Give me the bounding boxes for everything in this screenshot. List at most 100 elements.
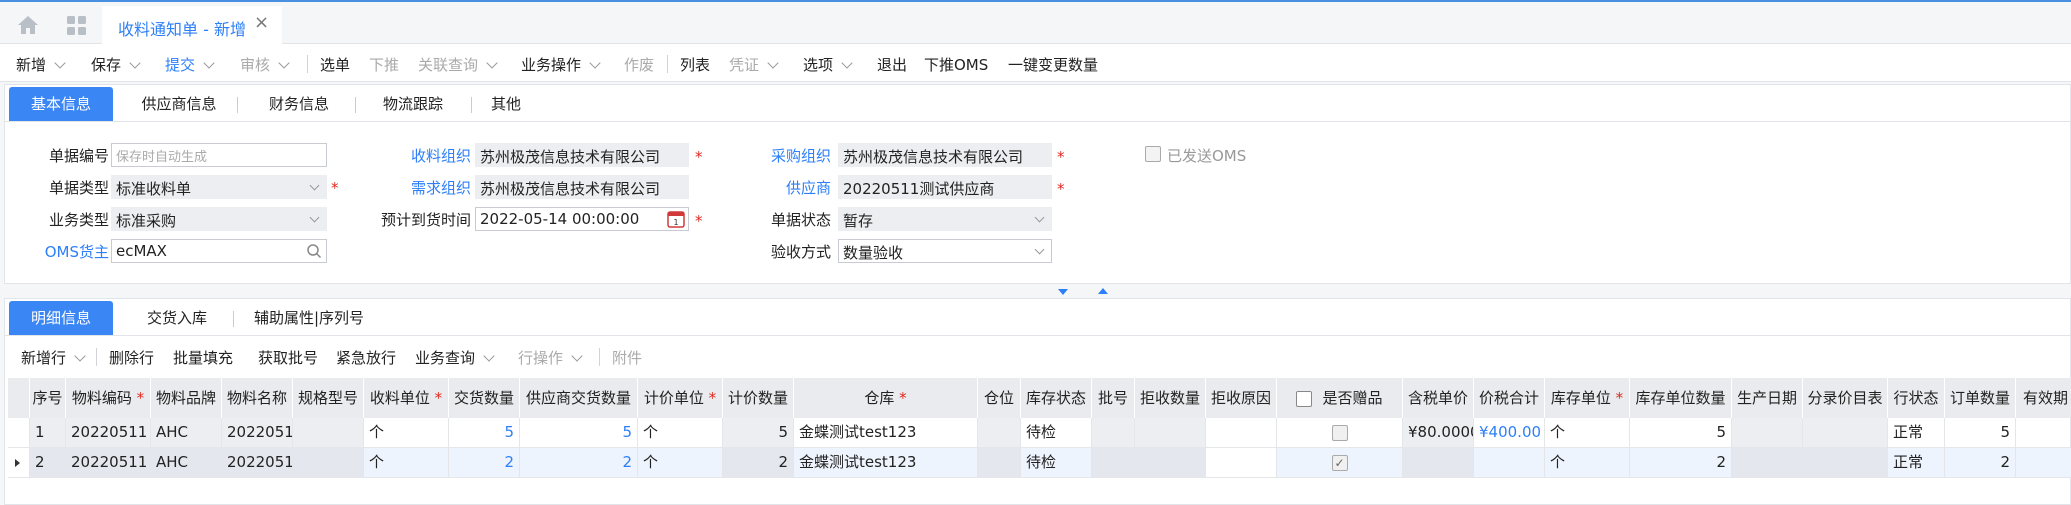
column-header[interactable]: 分录价目表	[1803, 378, 1888, 418]
detail_toolbar-4[interactable]: 紧急放行	[336, 347, 396, 368]
table-cell[interactable]: 个	[638, 448, 723, 478]
column-header[interactable]: 计价数量	[723, 378, 794, 418]
toolbar-5[interactable]: 下推	[369, 54, 399, 75]
toolbar-3[interactable]: 审核	[240, 54, 290, 75]
table-cell[interactable]: 20220511	[66, 418, 151, 448]
table-cell[interactable]	[293, 418, 364, 448]
column-header[interactable]: 价税合计	[1474, 378, 1545, 418]
table-cell[interactable]	[1803, 418, 1888, 448]
expand-up-icon[interactable]	[1098, 288, 1108, 294]
demand-org-field[interactable]: 苏州极茂信息技术有限公司	[475, 175, 689, 199]
biz-type-select[interactable]: 标准采购	[111, 207, 327, 231]
table-cell[interactable]	[1277, 418, 1403, 448]
table-cell[interactable]: AHC	[151, 418, 222, 448]
gift-checkbox[interactable]	[1331, 424, 1348, 441]
toolbar-10[interactable]: 凭证	[729, 54, 779, 75]
toolbar-1[interactable]: 保存	[91, 54, 141, 75]
header_tabs-0[interactable]: 基本信息	[9, 87, 113, 121]
recv-org-label[interactable]: 收料组织	[345, 145, 471, 166]
table-cell[interactable]	[1135, 448, 1206, 478]
column-header[interactable]: 库存单位数量	[1630, 378, 1732, 418]
detail_tabs-0[interactable]: 明细信息	[9, 301, 113, 335]
table-cell[interactable]	[2016, 418, 2071, 448]
close-icon[interactable]: ×	[254, 12, 269, 33]
toolbar-6[interactable]: 关联查询	[418, 54, 498, 75]
column-header[interactable]: 仓位	[978, 378, 1021, 418]
header_tabs-3[interactable]: 物流跟踪	[357, 87, 469, 121]
demand-org-label[interactable]: 需求组织	[345, 177, 471, 198]
table-cell[interactable]: 个	[638, 418, 723, 448]
column-header[interactable]: 供应商交货数量	[520, 378, 638, 418]
table-cell[interactable]: 2	[449, 448, 520, 478]
document-tab[interactable]: 收料通知单 - 新增 ×	[102, 6, 282, 46]
toolbar-14[interactable]: 一键变更数量	[1008, 54, 1098, 75]
table-cell[interactable]: 20220511	[66, 448, 151, 478]
column-header[interactable]: 仓库 *	[794, 378, 978, 418]
table-cell[interactable]: ✓	[1277, 448, 1403, 478]
table-cell[interactable]	[1092, 448, 1135, 478]
table-cell[interactable]: 2	[520, 448, 638, 478]
table-cell[interactable]	[1092, 418, 1135, 448]
toolbar-11[interactable]: 选项	[803, 54, 853, 75]
table-cell[interactable]	[1135, 418, 1206, 448]
table-cell[interactable]	[1803, 448, 1888, 478]
detail_toolbar-2[interactable]: 批量填充	[173, 347, 233, 368]
table-cell[interactable]: ¥400.00	[1474, 418, 1545, 448]
toolbar-8[interactable]: 作废	[624, 54, 654, 75]
column-header[interactable]: 交货数量	[449, 378, 520, 418]
purchase-org-label[interactable]: 采购组织	[705, 145, 831, 166]
row-indicator[interactable]	[8, 418, 30, 448]
doc-status-select[interactable]: 暂存	[838, 207, 1052, 231]
detail_toolbar-3[interactable]: 获取批号	[258, 347, 318, 368]
apps-grid-icon[interactable]	[66, 15, 88, 37]
table-cell[interactable]: 个	[1545, 418, 1630, 448]
table-cell[interactable]: 5	[520, 418, 638, 448]
header_tabs-4[interactable]: 其他	[471, 87, 541, 121]
column-header[interactable]: 序号	[30, 378, 66, 418]
table-cell[interactable]	[2016, 448, 2071, 478]
column-header[interactable]: 拒收原因	[1206, 378, 1277, 418]
detail_toolbar-6[interactable]: 行操作	[518, 347, 583, 368]
table-cell[interactable]: 5	[449, 418, 520, 448]
table-cell[interactable]: 正常	[1888, 448, 1945, 478]
table-cell[interactable]: 20220511	[222, 448, 293, 478]
supplier-field[interactable]: 20220511测试供应商	[838, 175, 1052, 199]
table-cell[interactable]: 1	[30, 418, 66, 448]
table-cell[interactable]: 2	[1630, 448, 1732, 478]
column-header[interactable]: 物料品牌	[151, 378, 222, 418]
row-indicator[interactable]	[8, 448, 30, 478]
inspect-select[interactable]: 数量验收	[838, 239, 1052, 263]
table-cell[interactable]: 5	[1630, 418, 1732, 448]
toolbar-7[interactable]: 业务操作	[521, 54, 601, 75]
table-cell[interactable]: 2	[723, 448, 794, 478]
table-cell[interactable]: 20220511	[222, 418, 293, 448]
column-header[interactable]: 库存状态	[1021, 378, 1092, 418]
purchase-org-field[interactable]: 苏州极茂信息技术有限公司	[838, 143, 1052, 167]
detail_toolbar-7[interactable]: 附件	[612, 347, 642, 368]
oms-sent-checkbox[interactable]	[1145, 146, 1161, 162]
recv-org-field[interactable]: 苏州极茂信息技术有限公司	[475, 143, 689, 167]
toolbar-9[interactable]: 列表	[680, 54, 710, 75]
toolbar-13[interactable]: 下推OMS	[924, 54, 988, 75]
toolbar-4[interactable]: 选单	[320, 54, 350, 75]
table-cell[interactable]: 5	[1945, 418, 2016, 448]
column-header[interactable]: 计价单位 *	[638, 378, 723, 418]
select-all-gift-checkbox[interactable]	[1296, 390, 1313, 407]
search-icon[interactable]	[306, 243, 322, 259]
column-header[interactable]: 规格型号	[293, 378, 364, 418]
table-cell[interactable]	[1206, 448, 1277, 478]
table-cell[interactable]: 5	[723, 418, 794, 448]
table-cell[interactable]	[1403, 448, 1474, 478]
detail_tabs-2[interactable]: 辅助属性|序列号	[239, 301, 379, 335]
column-header[interactable]: 批号	[1092, 378, 1135, 418]
detail_tabs-1[interactable]: 交货入库	[123, 301, 231, 335]
doc-no-input[interactable]: 保存时自动生成	[111, 143, 327, 167]
calendar-icon[interactable]: 1	[666, 209, 686, 229]
oms-owner-input[interactable]: ecMAX	[111, 239, 327, 263]
doc-type-select[interactable]: 标准收料单	[111, 175, 327, 199]
column-header[interactable]: 物料编码 *	[66, 378, 151, 418]
collapse-down-icon[interactable]	[1058, 289, 1068, 295]
column-header[interactable]: 订单数量	[1945, 378, 2016, 418]
table-cell[interactable]: 2	[30, 448, 66, 478]
header_tabs-2[interactable]: 财务信息	[245, 87, 353, 121]
